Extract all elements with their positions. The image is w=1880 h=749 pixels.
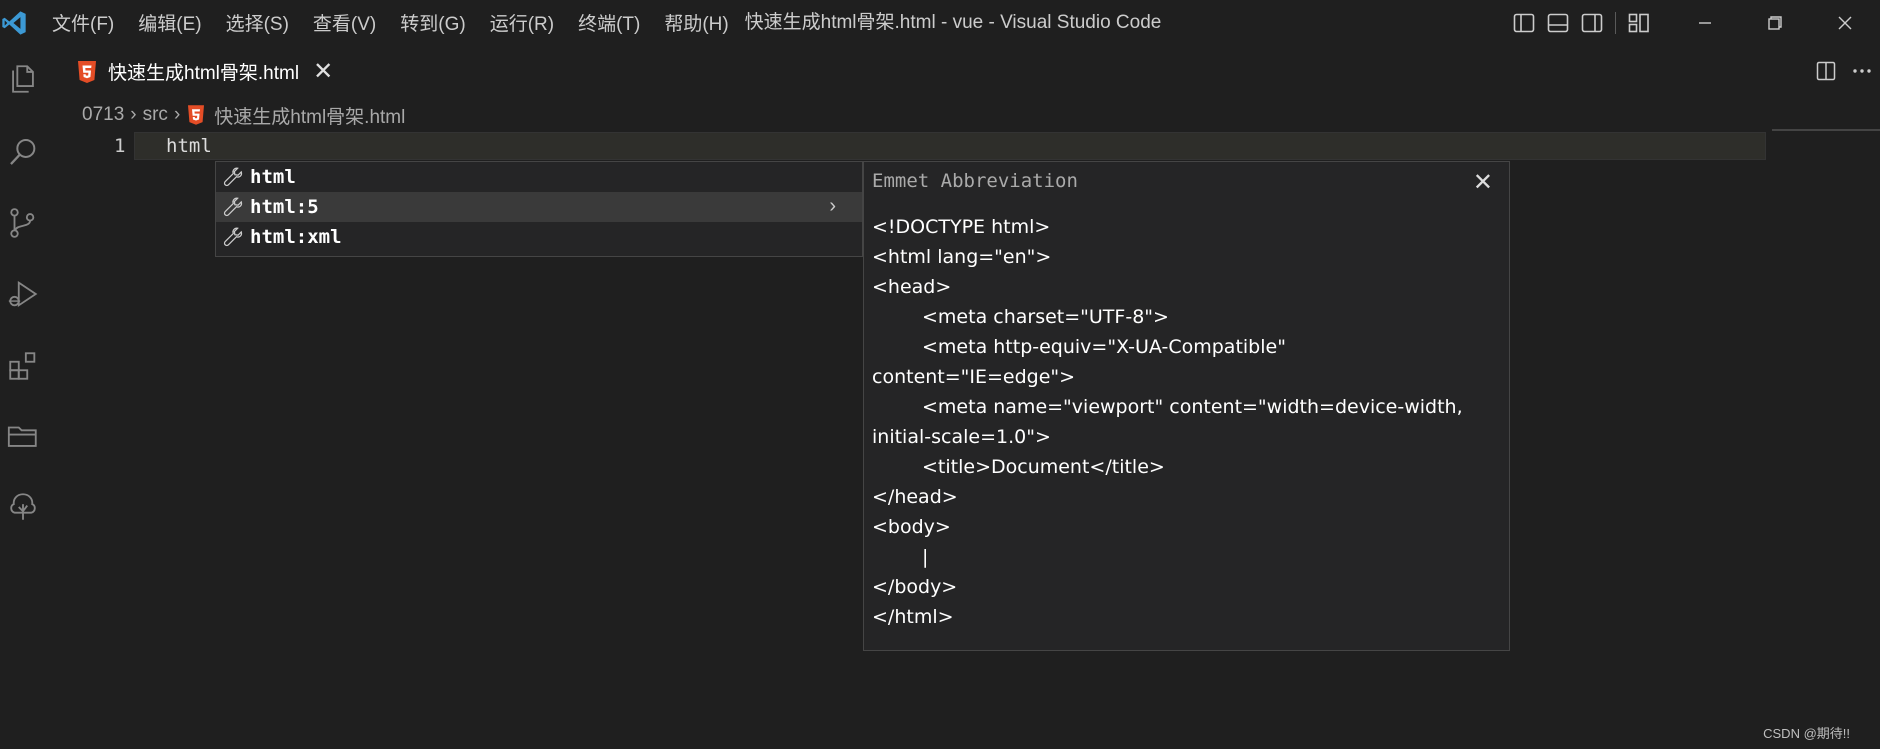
title-actions	[1507, 0, 1880, 45]
line-number: 1	[114, 135, 126, 157]
extensions-icon	[9, 352, 36, 380]
minimize-button[interactable]	[1670, 0, 1740, 45]
layout-panel-icon	[1547, 13, 1569, 32]
menu-terminal[interactable]: 终端(T)	[578, 9, 652, 36]
suggest-widget: html html:5 › html:xml	[215, 161, 863, 257]
folders-button[interactable]	[4, 417, 42, 455]
suggest-label: html:xml	[250, 226, 342, 248]
menu-selection[interactable]: 选择(S)	[226, 9, 301, 36]
details-preview: <!DOCTYPE html> <html lang="en"> <head> …	[872, 212, 1502, 632]
toggle-secondary-sidebar-button[interactable]	[1575, 0, 1609, 45]
split-editor-icon	[1816, 61, 1836, 81]
details-close-button[interactable]: ✕	[1473, 168, 1493, 197]
explorer-icon	[12, 65, 34, 93]
suggest-item[interactable]: html:xml	[216, 222, 862, 252]
preview-line: content="IE=edge">	[872, 366, 1076, 388]
more-actions-button[interactable]	[1844, 45, 1880, 97]
preview-line: <body>	[872, 516, 951, 538]
explorer-button[interactable]	[4, 60, 42, 98]
preview-line: <meta charset="UTF-8">	[922, 306, 1169, 328]
window-title-text: 快速生成html骨架.html - vue - Visual Studio Co…	[744, 12, 1162, 33]
menu-run[interactable]: 运行(R)	[490, 9, 566, 36]
menu-go[interactable]: 转到(G)	[400, 9, 477, 36]
preview-line: initial-scale=1.0">	[872, 426, 1051, 448]
editor-actions	[1808, 45, 1880, 97]
breadcrumb-item-src[interactable]: src	[143, 104, 168, 126]
title-separator	[1615, 11, 1616, 34]
wrench-icon	[223, 167, 243, 187]
tab-bar: 快速生成html骨架.html ✕	[46, 45, 1880, 97]
tab-close-button[interactable]: ✕	[313, 59, 333, 84]
suggest-details-panel: Emmet Abbreviation ✕ <!DOCTYPE html> <ht…	[863, 161, 1510, 651]
tree-icon	[10, 493, 36, 520]
extensions-button[interactable]	[4, 347, 42, 385]
preview-line: <title>Document</title>	[922, 456, 1165, 478]
preview-line: <meta name="viewport" content="width=dev…	[922, 396, 1463, 418]
layout-sidebar-left-icon	[1513, 13, 1535, 32]
menu-view[interactable]: 查看(V)	[313, 9, 388, 36]
tab-label: 快速生成html骨架.html	[108, 63, 300, 84]
wrench-icon	[223, 197, 243, 217]
breadcrumb-separator: ›	[173, 104, 181, 125]
preview-line: <meta http-equiv="X-UA-Compatible"	[922, 336, 1286, 358]
preview-cursor-line: |	[922, 546, 929, 568]
preview-line: <html lang="en">	[872, 246, 1052, 268]
suggest-item-selected[interactable]: html:5 ›	[216, 192, 862, 222]
run-debug-icon	[8, 280, 38, 308]
breadcrumb: 0713 › src › 快速生成html骨架.html	[82, 100, 405, 130]
code-line[interactable]: html	[166, 135, 212, 157]
breadcrumb-item-file[interactable]: 快速生成html骨架.html	[214, 102, 405, 129]
split-editor-button[interactable]	[1808, 45, 1844, 97]
breadcrumb-item-folder[interactable]: 0713	[82, 104, 124, 126]
restore-button[interactable]	[1740, 0, 1810, 45]
source-control-icon	[10, 208, 35, 238]
source-control-button[interactable]	[4, 204, 42, 242]
tree-view-button[interactable]	[4, 488, 42, 526]
preview-line: </body>	[872, 576, 958, 598]
activity-bar	[0, 45, 46, 749]
preview-line: </head>	[872, 486, 958, 508]
layout-sidebar-right-icon	[1581, 13, 1603, 32]
close-icon	[1838, 16, 1852, 29]
details-title: Emmet Abbreviation	[872, 170, 1078, 192]
search-button[interactable]	[4, 133, 42, 171]
html5-file-icon	[188, 105, 205, 125]
minimize-icon	[1699, 21, 1711, 24]
tab-active-file[interactable]: 快速生成html骨架.html ✕	[66, 45, 396, 97]
layout-customize-icon	[1628, 13, 1649, 32]
close-window-button[interactable]	[1810, 0, 1880, 45]
menu-edit[interactable]: 编辑(E)	[138, 9, 213, 36]
menu-bar: 文件(F) 编辑(E) 选择(S) 查看(V) 转到(G) 运行(R) 终端(T…	[52, 0, 753, 45]
suggest-label: html:5	[250, 196, 319, 218]
customize-layout-button[interactable]	[1622, 0, 1656, 45]
suggest-label: html	[250, 166, 296, 188]
menu-file[interactable]: 文件(F)	[52, 9, 126, 36]
suggest-item[interactable]: html	[216, 162, 862, 192]
search-icon	[10, 138, 36, 165]
folder-icon	[7, 426, 37, 447]
chevron-right-icon[interactable]: ›	[829, 195, 836, 218]
ellipsis-icon	[1853, 69, 1871, 73]
restore-icon	[1768, 15, 1782, 30]
preview-line: <head>	[872, 276, 952, 298]
toggle-primary-sidebar-button[interactable]	[1507, 0, 1541, 45]
wrench-icon	[223, 227, 243, 247]
menu-help[interactable]: 帮助(H)	[664, 9, 740, 36]
current-line-highlight	[134, 132, 1766, 160]
breadcrumb-separator: ›	[130, 104, 137, 125]
vscode-logo-icon	[2, 11, 26, 35]
run-debug-button[interactable]	[4, 275, 42, 313]
preview-line: </html>	[872, 606, 954, 628]
minimap-edge	[1772, 129, 1880, 131]
preview-line: <!DOCTYPE html>	[872, 216, 1051, 238]
title-bar: 文件(F) 编辑(E) 选择(S) 查看(V) 转到(G) 运行(R) 终端(T…	[0, 0, 1880, 45]
watermark: CSDN @期待!!	[1763, 726, 1850, 741]
html5-file-icon	[78, 60, 96, 83]
toggle-panel-button[interactable]	[1541, 0, 1575, 45]
